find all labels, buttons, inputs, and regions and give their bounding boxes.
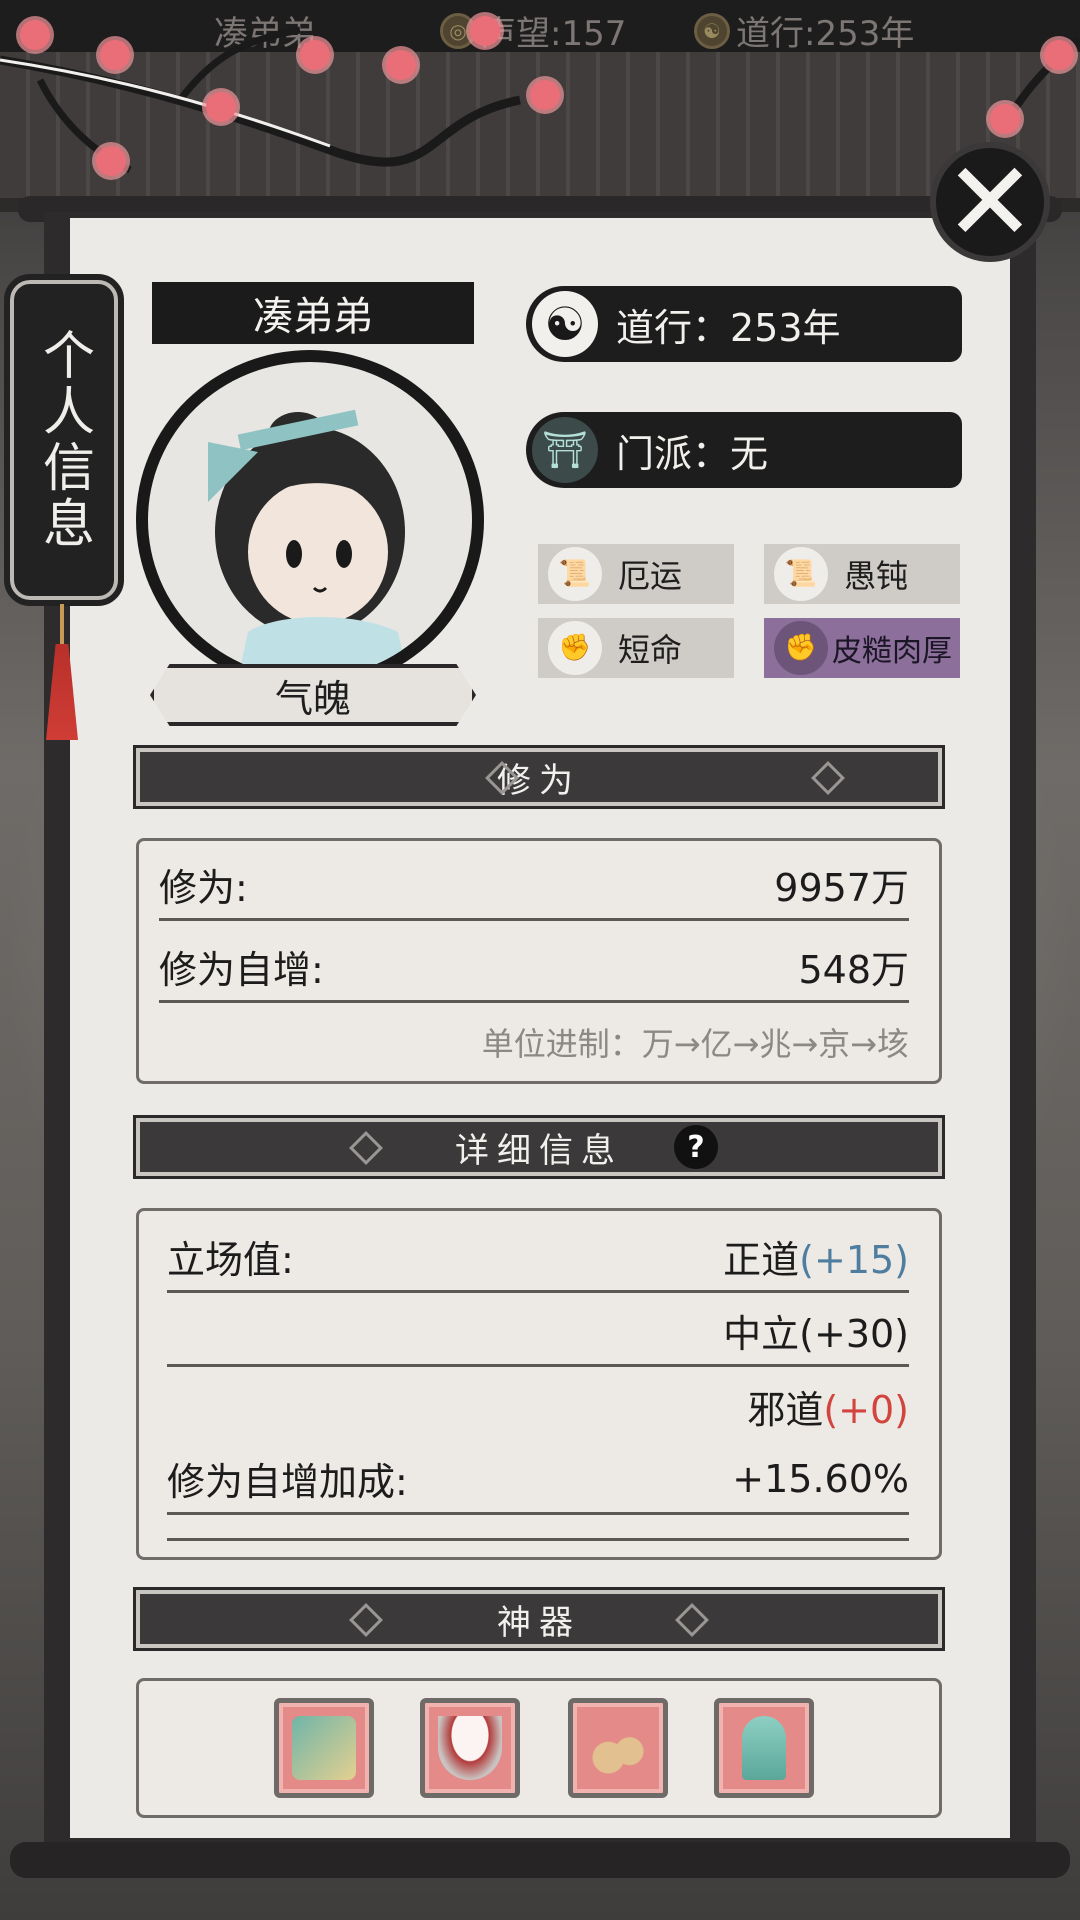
unit-note-text: 单位进制：万→亿→兆→京→垓 [481, 1025, 909, 1063]
stance-bonus: (+30) [799, 1312, 909, 1356]
stance-neutral: 中立(+30) [723, 1303, 909, 1358]
stance-evil: 邪道(+0) [747, 1379, 909, 1434]
roof-tiles [0, 52, 1080, 212]
plum-flower [386, 50, 416, 80]
artifact-slot[interactable] [714, 1698, 814, 1798]
daoxing-value: 道行：253年 [616, 305, 841, 350]
yinyang-icon: ☯ [532, 291, 598, 357]
stance-row: 立场值: 正道(+15) [167, 1223, 909, 1293]
cultivation-box: 修为: 9957万 修为自增: 548万 单位进制：万→亿→兆→京→垓 [136, 838, 942, 1084]
tassel-cord [60, 604, 64, 644]
jade-pendant-icon [742, 1716, 786, 1780]
row-value: 9957万 [774, 866, 909, 910]
trait-item[interactable]: ✊ 短命 [538, 618, 734, 678]
artifact-slot[interactable] [420, 1698, 520, 1798]
plum-flower [206, 92, 236, 122]
row-value: 548万 [798, 948, 909, 992]
row-label: 立场值: [167, 1238, 294, 1282]
trait-item[interactable]: ✊ 皮糙肉厚 [764, 618, 960, 678]
bonus-row-clipped [167, 1517, 909, 1541]
tab-personal-info[interactable]: 个人信息 [4, 274, 124, 606]
bell-icon [586, 1716, 650, 1780]
yinyang-coin-icon: ☯ [694, 12, 730, 49]
sect-value: 门派：无 [616, 431, 769, 476]
cultivation-row: 修为: 9957万 [159, 851, 909, 921]
diamond-ornament-icon [675, 1603, 709, 1637]
plum-flower [530, 80, 560, 110]
unit-note: 单位进制：万→亿→兆→京→垓 [159, 1007, 909, 1077]
artifacts-box [136, 1678, 942, 1818]
top-daoxing: ☯ 道行:253年 [694, 6, 914, 55]
stance-row: 邪道(+0) [167, 1371, 909, 1441]
qipo-plate: 气魄 [150, 664, 476, 726]
plum-flower [990, 104, 1020, 134]
stance-name: 正道 [723, 1238, 800, 1282]
fist-icon: ✊ [774, 621, 828, 675]
top-reputation: ◎ 声望:157 [440, 6, 626, 55]
bowl-icon [438, 1716, 502, 1780]
daoxing-label: 道行:253年 [736, 14, 915, 54]
avatar-portrait [208, 409, 408, 678]
top-status-bar: 凑弟弟 ◎ 声望:157 ☯ 道行:253年 [0, 0, 1080, 55]
row-label: 修为: [159, 866, 248, 910]
trait-label: 短命 [618, 631, 683, 669]
stance-righteous: 正道(+15) [723, 1229, 909, 1284]
character-name: 凑弟弟 [152, 282, 474, 344]
section-header-details: 详细信息 ? [133, 1115, 945, 1179]
help-icon[interactable]: ? [674, 1125, 718, 1169]
stance-row: 中立(+30) [167, 1297, 909, 1367]
plum-flower [100, 40, 130, 70]
section-title: 详细信息 [455, 1130, 623, 1171]
trait-item[interactable]: 📜 厄运 [538, 544, 734, 604]
row-label: 修为自增: [159, 948, 324, 992]
scroll-icon: 📜 [548, 547, 602, 601]
details-box[interactable]: 立场值: 正道(+15) 中立(+30) 邪道(+0) 修为自增加成: +15.… [136, 1208, 942, 1560]
cultivation-row: 修为自增: 548万 [159, 933, 909, 1003]
fist-icon: ✊ [548, 621, 602, 675]
section-title: 神器 [497, 1602, 581, 1643]
stance-name: 中立 [723, 1312, 800, 1356]
plum-flower [300, 40, 330, 70]
trait-label: 厄运 [618, 557, 683, 595]
trait-item[interactable]: 📜 愚钝 [764, 544, 960, 604]
scroll-rod-bottom [10, 1842, 1070, 1878]
temple-icon: ⛩ [532, 417, 598, 483]
plum-flower [20, 20, 50, 50]
jade-comb-icon [292, 1716, 356, 1780]
artifact-slot[interactable] [274, 1698, 374, 1798]
plum-flower [96, 146, 126, 176]
artifact-slot[interactable] [568, 1698, 668, 1798]
diamond-ornament-icon [349, 1131, 383, 1165]
sect-stat: ⛩ 门派：无 [526, 412, 962, 488]
daoxing-stat: ☯ 道行：253年 [526, 286, 962, 362]
close-icon: ✕ [943, 138, 1037, 266]
avatar[interactable] [136, 350, 484, 690]
plum-flower [1044, 40, 1074, 70]
scroll-icon: 📜 [774, 547, 828, 601]
stance-bonus: (+15) [799, 1238, 909, 1282]
trait-label: 愚钝 [844, 557, 909, 595]
stance-name: 邪道 [747, 1387, 824, 1432]
tab-personal-info-label: 个人信息 [33, 328, 94, 552]
row-value: +15.60% [732, 1456, 909, 1501]
diamond-ornament-icon [349, 1603, 383, 1637]
trait-label: 皮糙肉厚 [832, 634, 952, 669]
section-header-artifacts: 神器 [133, 1587, 945, 1651]
close-button[interactable]: ✕ [930, 142, 1050, 262]
reputation-label: 声望:157 [482, 14, 627, 54]
section-header-cultivation: 修为 [133, 745, 945, 809]
diamond-ornament-icon [811, 761, 845, 795]
plum-flower [470, 16, 500, 46]
row-label: 修为自增加成: [167, 1460, 408, 1504]
bonus-row: 修为自增加成: +15.60% [167, 1445, 909, 1515]
stance-bonus: (+0) [823, 1387, 909, 1432]
